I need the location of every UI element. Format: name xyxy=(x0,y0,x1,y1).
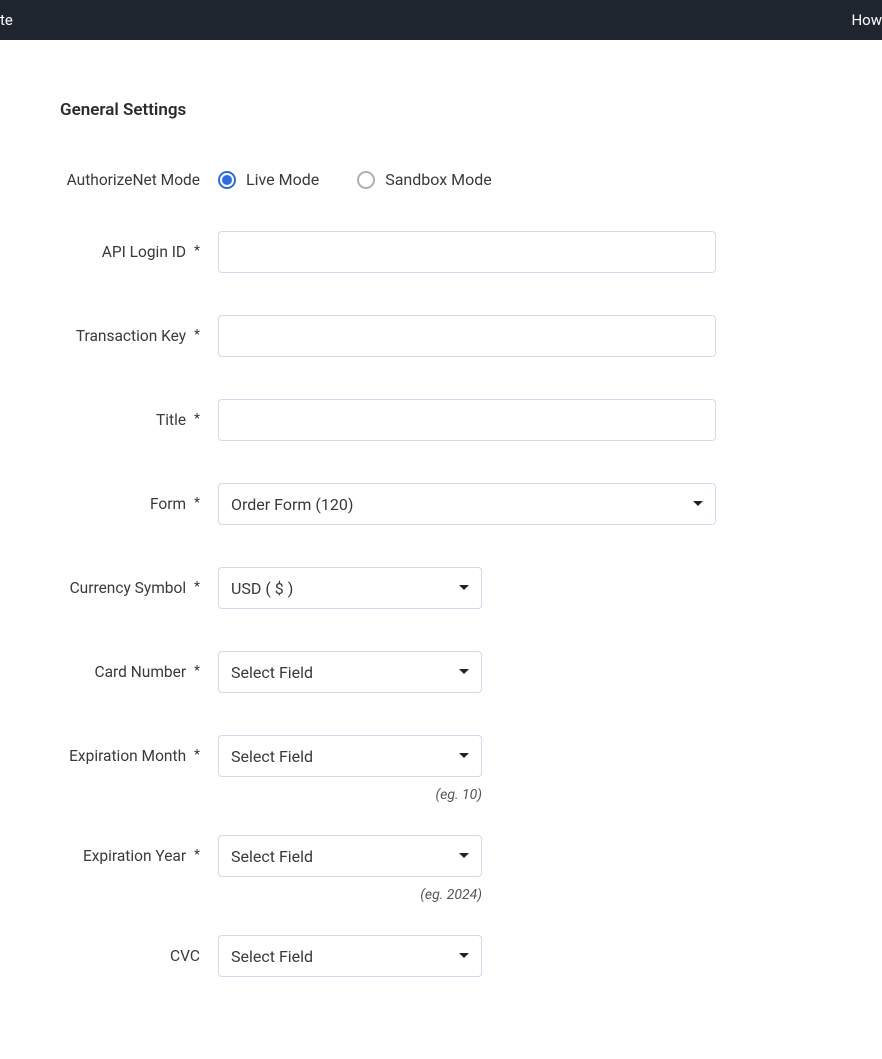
card-number-select[interactable]: Select Field xyxy=(218,651,482,693)
row-transaction-key: Transaction Key * xyxy=(48,315,834,357)
transaction-key-input[interactable] xyxy=(218,315,716,357)
topbar-right-fragment: How xyxy=(851,11,882,29)
title-input[interactable] xyxy=(218,399,716,441)
hint-exp-month-row: (eg. 10) xyxy=(48,787,834,803)
cvc-select[interactable]: Select Field xyxy=(218,935,482,977)
row-mode: AuthorizeNet Mode Live Mode Sandbox Mode xyxy=(48,170,834,189)
label-exp-year: Expiration Year * xyxy=(48,847,218,865)
api-login-input[interactable] xyxy=(218,231,716,273)
topbar-left-fragment: te xyxy=(0,11,13,29)
radio-sandbox-mode[interactable]: Sandbox Mode xyxy=(357,170,492,189)
label-exp-month: Expiration Month * xyxy=(48,747,218,765)
label-form: Form * xyxy=(48,495,218,513)
radio-live-label: Live Mode xyxy=(246,170,319,189)
radio-live-mode[interactable]: Live Mode xyxy=(218,170,319,189)
row-exp-month: Expiration Month * Select Field xyxy=(48,735,834,777)
form-select[interactable]: Order Form (120) xyxy=(218,483,716,525)
label-title: Title * xyxy=(48,411,218,429)
label-transaction-key: Transaction Key * xyxy=(48,327,218,345)
label-card-number: Card Number * xyxy=(48,663,218,681)
hint-exp-year-row: (eg. 2024) xyxy=(48,887,834,903)
hint-exp-year: (eg. 2024) xyxy=(218,887,482,903)
radio-icon xyxy=(357,171,375,189)
row-exp-year: Expiration Year * Select Field xyxy=(48,835,834,877)
settings-panel: General Settings AuthorizeNet Mode Live … xyxy=(0,40,882,1059)
label-api-login: API Login ID * xyxy=(48,243,218,261)
radio-sandbox-label: Sandbox Mode xyxy=(385,170,492,189)
radio-icon xyxy=(218,171,236,189)
exp-year-select[interactable]: Select Field xyxy=(218,835,482,877)
label-cvc: CVC xyxy=(48,947,218,965)
row-form: Form * Order Form (120) xyxy=(48,483,834,525)
row-card-number: Card Number * Select Field xyxy=(48,651,834,693)
currency-select[interactable]: USD ( $ ) xyxy=(218,567,482,609)
row-cvc: CVC Select Field xyxy=(48,935,834,977)
row-api-login: API Login ID * xyxy=(48,231,834,273)
label-mode: AuthorizeNet Mode xyxy=(48,171,218,189)
mode-radio-group: Live Mode Sandbox Mode xyxy=(218,170,834,189)
exp-month-select[interactable]: Select Field xyxy=(218,735,482,777)
row-currency: Currency Symbol * USD ( $ ) xyxy=(48,567,834,609)
hint-exp-month: (eg. 10) xyxy=(218,787,482,803)
row-title: Title * xyxy=(48,399,834,441)
label-currency: Currency Symbol * xyxy=(48,579,218,597)
top-bar: te How xyxy=(0,0,882,40)
section-title: General Settings xyxy=(60,100,834,120)
